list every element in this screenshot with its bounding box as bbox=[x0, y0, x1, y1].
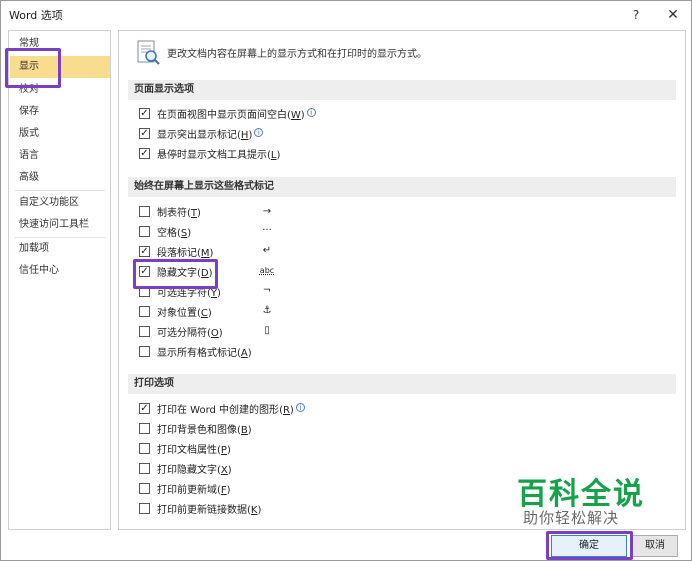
sidebar-item-proofing[interactable]: 校对 bbox=[10, 79, 110, 101]
help-button[interactable]: ? bbox=[625, 4, 647, 26]
checkbox[interactable] bbox=[139, 463, 150, 474]
checkbox[interactable] bbox=[139, 483, 150, 494]
checkbox[interactable] bbox=[139, 266, 150, 277]
sidebar-item-customize-ribbon[interactable]: 自定义功能区 bbox=[10, 192, 110, 214]
sidebar-item-trust-center[interactable]: 信任中心 bbox=[10, 260, 110, 282]
checkbox[interactable] bbox=[139, 286, 150, 297]
option-print-properties[interactable]: 打印文档属性(P) bbox=[139, 443, 231, 459]
sidebar-item-language[interactable]: 语言 bbox=[10, 145, 110, 167]
options-sidebar: 常规 显示 校对 保存 版式 语言 高级 自定义功能区 快速访问工具栏 加载项 … bbox=[8, 30, 111, 530]
option-spaces[interactable]: 空格(S) bbox=[139, 226, 191, 242]
section-header-formatting-marks: 始终在屏幕上显示这些格式标记 bbox=[128, 177, 676, 197]
option-show-highlighter[interactable]: 显示突出显示标记(H)i bbox=[139, 128, 264, 144]
dialog-title: Word 选项 bbox=[9, 9, 63, 22]
option-optional-hyphens[interactable]: 可选连字符(Y) bbox=[139, 286, 221, 302]
option-tab-characters[interactable]: 制表符(T) bbox=[139, 206, 201, 222]
paragraph-mark-icon: ↵ bbox=[262, 245, 272, 256]
tab-mark-icon: → bbox=[262, 206, 272, 217]
info-icon: i bbox=[254, 128, 264, 137]
close-button[interactable]: ✕ bbox=[661, 4, 685, 26]
option-print-background[interactable]: 打印背景色和图像(B) bbox=[139, 423, 252, 439]
info-icon: i bbox=[306, 108, 316, 117]
checkbox[interactable] bbox=[139, 403, 150, 414]
sidebar-divider bbox=[15, 190, 105, 191]
option-paragraph-marks[interactable]: 段落标记(M) bbox=[139, 246, 213, 262]
intro-description: 更改文档内容在屏幕上的显示方式和在打印时的显示方式。 bbox=[167, 49, 427, 60]
section-header-print-options: 打印选项 bbox=[128, 374, 676, 394]
anchor-icon: ⚓ bbox=[262, 305, 272, 316]
option-print-drawings[interactable]: 打印在 Word 中创建的图形(R)i bbox=[139, 403, 305, 419]
info-icon: i bbox=[295, 403, 305, 412]
checkbox[interactable] bbox=[139, 206, 150, 217]
checkbox[interactable] bbox=[139, 148, 150, 159]
optional-break-mark-icon: ▯ bbox=[264, 325, 270, 336]
section-header-page-display: 页面显示选项 bbox=[128, 80, 676, 100]
sidebar-item-save[interactable]: 保存 bbox=[10, 101, 110, 123]
sidebar-item-addins[interactable]: 加载项 bbox=[10, 238, 110, 260]
optional-hyphen-mark-icon: ¬ bbox=[262, 285, 272, 296]
checkbox[interactable] bbox=[139, 128, 150, 139]
option-show-whitespace[interactable]: 在页面视图中显示页面间空白(W)i bbox=[139, 108, 316, 124]
ok-button[interactable]: 确定 bbox=[551, 535, 627, 557]
sidebar-item-layout[interactable]: 版式 bbox=[10, 123, 110, 145]
checkbox[interactable] bbox=[139, 423, 150, 434]
space-mark-icon: ··· bbox=[262, 225, 272, 236]
display-options-panel: 更改文档内容在屏幕上的显示方式和在打印时的显示方式。 页面显示选项 在页面视图中… bbox=[118, 30, 686, 530]
cancel-button[interactable]: 取消 bbox=[632, 535, 678, 557]
hidden-text-mark-icon: abc bbox=[259, 266, 275, 275]
sidebar-item-quick-access-toolbar[interactable]: 快速访问工具栏 bbox=[10, 214, 110, 236]
option-object-anchors[interactable]: 对象位置(C) bbox=[139, 306, 212, 322]
word-options-dialog: Word 选项 ? ✕ 常规 显示 校对 保存 版式 语言 高级 自定义功能区 … bbox=[0, 0, 692, 561]
checkbox[interactable] bbox=[139, 306, 150, 317]
checkbox[interactable] bbox=[139, 443, 150, 454]
title-bar: Word 选项 ? ✕ bbox=[1, 1, 691, 29]
checkbox[interactable] bbox=[139, 346, 150, 357]
option-show-tooltips[interactable]: 悬停时显示文档工具提示(L) bbox=[139, 148, 280, 164]
option-print-hidden-text[interactable]: 打印隐藏文字(X) bbox=[139, 463, 232, 479]
document-magnifier-icon bbox=[137, 40, 160, 65]
checkbox[interactable] bbox=[139, 246, 150, 257]
watermark-subtitle: 助你轻松解决 bbox=[523, 509, 620, 527]
checkbox[interactable] bbox=[139, 326, 150, 337]
option-show-all-marks[interactable]: 显示所有格式标记(A) bbox=[139, 346, 252, 362]
checkbox[interactable] bbox=[139, 226, 150, 237]
sidebar-item-advanced[interactable]: 高级 bbox=[10, 167, 110, 189]
option-hidden-text[interactable]: 隐藏文字(D) bbox=[139, 266, 213, 282]
checkbox[interactable] bbox=[139, 108, 150, 119]
sidebar-item-general[interactable]: 常规 bbox=[10, 33, 110, 55]
option-optional-breaks[interactable]: 可选分隔符(O) bbox=[139, 326, 223, 342]
option-update-linked-data[interactable]: 打印前更新链接数据(K) bbox=[139, 503, 261, 519]
option-update-fields[interactable]: 打印前更新域(F) bbox=[139, 483, 231, 499]
checkbox[interactable] bbox=[139, 503, 150, 514]
sidebar-item-display[interactable]: 显示 bbox=[10, 56, 110, 78]
